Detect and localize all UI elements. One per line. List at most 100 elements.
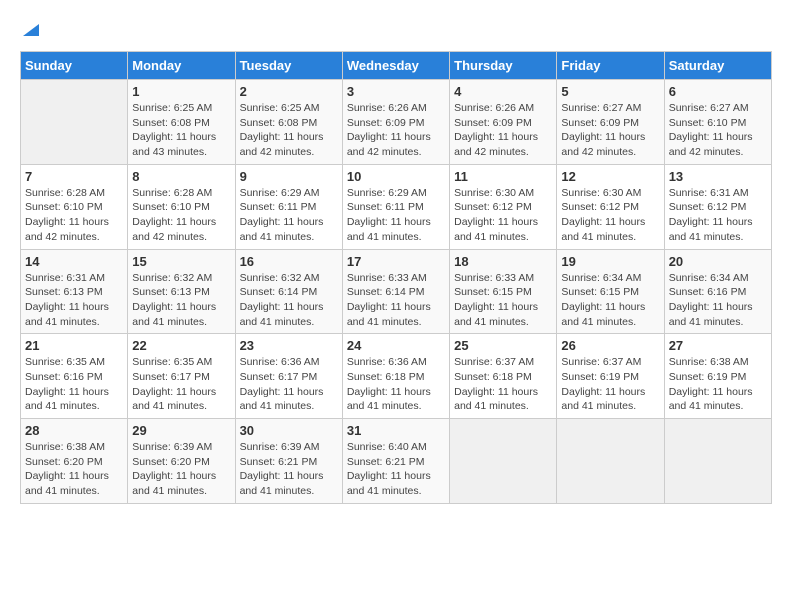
day-cell: 5 Sunrise: 6:27 AMSunset: 6:09 PMDaylight… xyxy=(557,80,664,165)
day-cell: 21Sunrise: 6:35 AMSunset: 6:16 PMDayligh… xyxy=(21,334,128,419)
day-cell: 2 Sunrise: 6:25 AMSunset: 6:08 PMDaylight… xyxy=(235,80,342,165)
day-info: Sunrise: 6:39 AMSunset: 6:20 PMDaylight:… xyxy=(132,440,230,499)
day-cell xyxy=(664,419,771,504)
day-cell: 24Sunrise: 6:36 AMSunset: 6:18 PMDayligh… xyxy=(342,334,449,419)
day-number: 23 xyxy=(240,338,338,353)
day-number: 19 xyxy=(561,254,659,269)
day-info: Sunrise: 6:38 AMSunset: 6:19 PMDaylight:… xyxy=(669,355,767,414)
day-number: 10 xyxy=(347,169,445,184)
day-info: Sunrise: 6:29 AMSunset: 6:11 PMDaylight:… xyxy=(347,186,445,245)
day-info: Sunrise: 6:35 AMSunset: 6:17 PMDaylight:… xyxy=(132,355,230,414)
day-cell xyxy=(557,419,664,504)
day-number: 4 xyxy=(454,84,552,99)
day-number: 11 xyxy=(454,169,552,184)
col-header-thursday: Thursday xyxy=(450,52,557,80)
day-cell: 13Sunrise: 6:31 AMSunset: 6:12 PMDayligh… xyxy=(664,164,771,249)
day-cell: 31 Sunrise: 6:40 AMSunset: 6:21 PMDayligh… xyxy=(342,419,449,504)
day-number: 15 xyxy=(132,254,230,269)
header xyxy=(20,20,772,41)
day-cell xyxy=(21,80,128,165)
day-cell: 6 Sunrise: 6:27 AMSunset: 6:10 PMDaylight… xyxy=(664,80,771,165)
day-cell: 7 Sunrise: 6:28 AMSunset: 6:10 PMDaylight… xyxy=(21,164,128,249)
day-info: Sunrise: 6:37 AMSunset: 6:19 PMDaylight:… xyxy=(561,355,659,414)
day-info: Sunrise: 6:26 AMSunset: 6:09 PMDaylight:… xyxy=(347,101,445,160)
logo-icon xyxy=(23,20,39,36)
day-number: 25 xyxy=(454,338,552,353)
logo xyxy=(20,20,39,41)
day-number: 20 xyxy=(669,254,767,269)
day-cell xyxy=(450,419,557,504)
day-info: Sunrise: 6:36 AMSunset: 6:17 PMDaylight:… xyxy=(240,355,338,414)
day-cell: 15 Sunrise: 6:32 AMSunset: 6:13 PMDayligh… xyxy=(128,249,235,334)
col-header-sunday: Sunday xyxy=(21,52,128,80)
day-cell: 4 Sunrise: 6:26 AMSunset: 6:09 PMDaylight… xyxy=(450,80,557,165)
day-cell: 20 Sunrise: 6:34 AMSunset: 6:16 PMDayligh… xyxy=(664,249,771,334)
day-number: 24 xyxy=(347,338,445,353)
day-info: Sunrise: 6:39 AMSunset: 6:21 PMDaylight:… xyxy=(240,440,338,499)
day-number: 2 xyxy=(240,84,338,99)
calendar-table: SundayMondayTuesdayWednesdayThursdayFrid… xyxy=(20,51,772,504)
day-info: Sunrise: 6:35 AMSunset: 6:16 PMDaylight:… xyxy=(25,355,123,414)
day-cell: 23 Sunrise: 6:36 AMSunset: 6:17 PMDayligh… xyxy=(235,334,342,419)
day-number: 3 xyxy=(347,84,445,99)
day-info: Sunrise: 6:26 AMSunset: 6:09 PMDaylight:… xyxy=(454,101,552,160)
day-number: 7 xyxy=(25,169,123,184)
col-header-friday: Friday xyxy=(557,52,664,80)
day-info: Sunrise: 6:34 AMSunset: 6:15 PMDaylight:… xyxy=(561,271,659,330)
day-info: Sunrise: 6:28 AMSunset: 6:10 PMDaylight:… xyxy=(132,186,230,245)
day-cell: 3 Sunrise: 6:26 AMSunset: 6:09 PMDaylight… xyxy=(342,80,449,165)
day-number: 5 xyxy=(561,84,659,99)
day-cell: 25 Sunrise: 6:37 AMSunset: 6:18 PMDayligh… xyxy=(450,334,557,419)
day-number: 28 xyxy=(25,423,123,438)
day-cell: 12Sunrise: 6:30 AMSunset: 6:12 PMDayligh… xyxy=(557,164,664,249)
day-cell: 18Sunrise: 6:33 AMSunset: 6:15 PMDayligh… xyxy=(450,249,557,334)
day-info: Sunrise: 6:29 AMSunset: 6:11 PMDaylight:… xyxy=(240,186,338,245)
day-info: Sunrise: 6:32 AMSunset: 6:14 PMDaylight:… xyxy=(240,271,338,330)
day-info: Sunrise: 6:31 AMSunset: 6:12 PMDaylight:… xyxy=(669,186,767,245)
day-cell: 16 Sunrise: 6:32 AMSunset: 6:14 PMDayligh… xyxy=(235,249,342,334)
col-header-tuesday: Tuesday xyxy=(235,52,342,80)
day-cell: 10 Sunrise: 6:29 AMSunset: 6:11 PMDayligh… xyxy=(342,164,449,249)
week-row-1: 1 Sunrise: 6:25 AMSunset: 6:08 PMDaylight… xyxy=(21,80,772,165)
day-info: Sunrise: 6:27 AMSunset: 6:09 PMDaylight:… xyxy=(561,101,659,160)
day-cell: 11 Sunrise: 6:30 AMSunset: 6:12 PMDayligh… xyxy=(450,164,557,249)
day-cell: 27Sunrise: 6:38 AMSunset: 6:19 PMDayligh… xyxy=(664,334,771,419)
day-cell: 28 Sunrise: 6:38 AMSunset: 6:20 PMDayligh… xyxy=(21,419,128,504)
day-number: 16 xyxy=(240,254,338,269)
day-info: Sunrise: 6:27 AMSunset: 6:10 PMDaylight:… xyxy=(669,101,767,160)
day-info: Sunrise: 6:31 AMSunset: 6:13 PMDaylight:… xyxy=(25,271,123,330)
week-row-2: 7 Sunrise: 6:28 AMSunset: 6:10 PMDaylight… xyxy=(21,164,772,249)
day-number: 31 xyxy=(347,423,445,438)
col-header-wednesday: Wednesday xyxy=(342,52,449,80)
col-header-monday: Monday xyxy=(128,52,235,80)
day-cell: 1 Sunrise: 6:25 AMSunset: 6:08 PMDaylight… xyxy=(128,80,235,165)
day-info: Sunrise: 6:34 AMSunset: 6:16 PMDaylight:… xyxy=(669,271,767,330)
day-number: 14 xyxy=(25,254,123,269)
day-info: Sunrise: 6:33 AMSunset: 6:15 PMDaylight:… xyxy=(454,271,552,330)
day-info: Sunrise: 6:33 AMSunset: 6:14 PMDaylight:… xyxy=(347,271,445,330)
day-info: Sunrise: 6:37 AMSunset: 6:18 PMDaylight:… xyxy=(454,355,552,414)
day-cell: 14 Sunrise: 6:31 AMSunset: 6:13 PMDayligh… xyxy=(21,249,128,334)
day-cell: 19 Sunrise: 6:34 AMSunset: 6:15 PMDayligh… xyxy=(557,249,664,334)
day-number: 29 xyxy=(132,423,230,438)
day-cell: 30 Sunrise: 6:39 AMSunset: 6:21 PMDayligh… xyxy=(235,419,342,504)
day-info: Sunrise: 6:25 AMSunset: 6:08 PMDaylight:… xyxy=(240,101,338,160)
week-row-5: 28 Sunrise: 6:38 AMSunset: 6:20 PMDayligh… xyxy=(21,419,772,504)
day-info: Sunrise: 6:30 AMSunset: 6:12 PMDaylight:… xyxy=(561,186,659,245)
day-number: 9 xyxy=(240,169,338,184)
day-cell: 26Sunrise: 6:37 AMSunset: 6:19 PMDayligh… xyxy=(557,334,664,419)
day-info: Sunrise: 6:40 AMSunset: 6:21 PMDaylight:… xyxy=(347,440,445,499)
day-info: Sunrise: 6:25 AMSunset: 6:08 PMDaylight:… xyxy=(132,101,230,160)
day-number: 6 xyxy=(669,84,767,99)
day-info: Sunrise: 6:32 AMSunset: 6:13 PMDaylight:… xyxy=(132,271,230,330)
day-number: 1 xyxy=(132,84,230,99)
day-cell: 17 Sunrise: 6:33 AMSunset: 6:14 PMDayligh… xyxy=(342,249,449,334)
day-info: Sunrise: 6:38 AMSunset: 6:20 PMDaylight:… xyxy=(25,440,123,499)
day-number: 17 xyxy=(347,254,445,269)
day-number: 30 xyxy=(240,423,338,438)
day-cell: 29 Sunrise: 6:39 AMSunset: 6:20 PMDayligh… xyxy=(128,419,235,504)
day-cell: 8Sunrise: 6:28 AMSunset: 6:10 PMDaylight… xyxy=(128,164,235,249)
day-info: Sunrise: 6:30 AMSunset: 6:12 PMDaylight:… xyxy=(454,186,552,245)
week-row-4: 21Sunrise: 6:35 AMSunset: 6:16 PMDayligh… xyxy=(21,334,772,419)
day-info: Sunrise: 6:28 AMSunset: 6:10 PMDaylight:… xyxy=(25,186,123,245)
